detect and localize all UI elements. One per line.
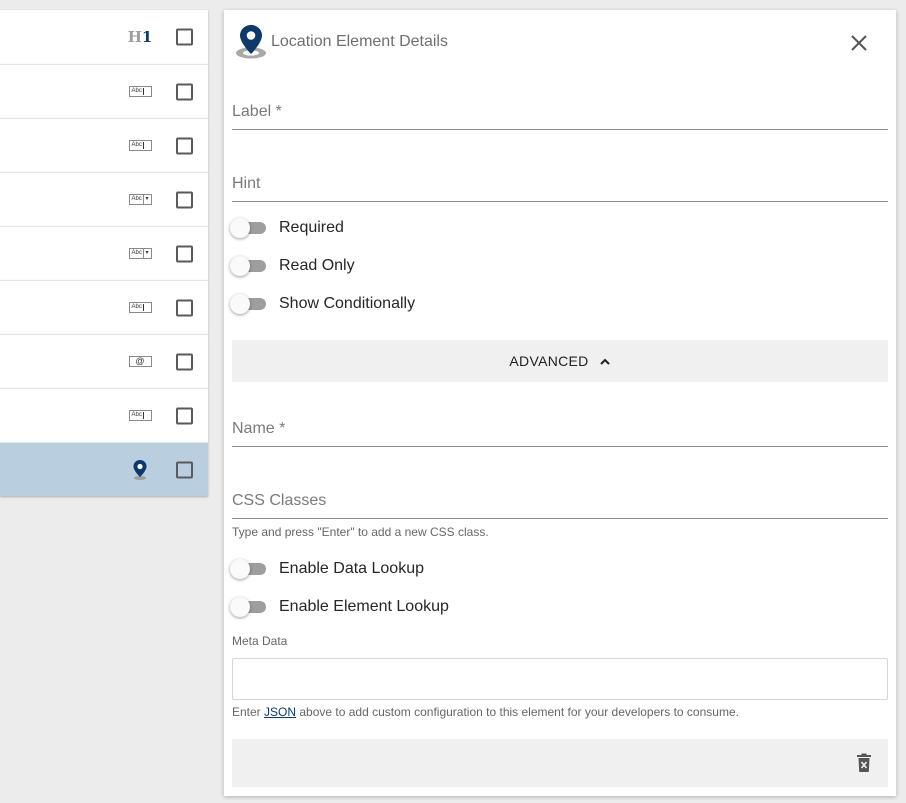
- enable-data-lookup-toggle[interactable]: [230, 559, 266, 579]
- close-icon[interactable]: [848, 32, 870, 54]
- meta-data-field[interactable]: [232, 658, 888, 700]
- read-only-toggle-row: Read Only: [230, 254, 355, 278]
- enable-data-lookup-label: Enable Data Lookup: [279, 560, 424, 577]
- hint-input[interactable]: [232, 172, 888, 201]
- element-row-email[interactable]: @: [0, 334, 208, 388]
- enable-element-lookup-toggle-row: Enable Element Lookup: [230, 595, 449, 619]
- panel-footer: [232, 739, 888, 787]
- read-only-toggle[interactable]: [230, 256, 266, 276]
- required-toggle-row: Required: [230, 216, 344, 240]
- email-input-icon: @: [128, 354, 152, 370]
- meta-data-label: Meta Data: [232, 634, 288, 648]
- element-row-text[interactable]: Abc: [0, 64, 208, 118]
- chevron-up-icon: [599, 355, 611, 367]
- row-checkbox[interactable]: [176, 353, 193, 370]
- css-classes-field[interactable]: CSS Classes: [232, 489, 888, 519]
- hint-field[interactable]: Hint: [232, 172, 888, 202]
- css-classes-input[interactable]: [232, 489, 888, 518]
- required-toggle[interactable]: [230, 218, 266, 238]
- location-pin-icon: [234, 24, 268, 60]
- element-row-dropdown[interactable]: Abc ▾: [0, 172, 208, 226]
- element-row-text[interactable]: Abc: [0, 388, 208, 442]
- row-checkbox[interactable]: [176, 407, 193, 424]
- name-field[interactable]: Name *: [232, 417, 888, 447]
- text-input-icon: Abc: [128, 408, 152, 424]
- row-checkbox[interactable]: [176, 28, 193, 46]
- css-classes-helper-text: Type and press "Enter" to add a new CSS …: [232, 525, 489, 539]
- dropdown-input-icon: Abc ▾: [128, 246, 152, 262]
- row-checkbox[interactable]: [176, 191, 193, 208]
- row-checkbox[interactable]: [176, 137, 193, 154]
- row-checkbox[interactable]: [176, 299, 193, 316]
- panel-header: Location Element Details: [224, 10, 896, 72]
- delete-icon[interactable]: [856, 753, 872, 773]
- read-only-toggle-label: Read Only: [279, 257, 355, 274]
- row-checkbox[interactable]: [176, 461, 193, 478]
- form-element-list: H1 Abc Abc Abc ▾ Abc ▾ Abc @ Abc: [0, 10, 208, 496]
- element-row-location[interactable]: [0, 442, 208, 496]
- row-checkbox[interactable]: [176, 83, 193, 100]
- row-checkbox[interactable]: [176, 245, 193, 262]
- show-conditionally-toggle-row: Show Conditionally: [230, 292, 415, 316]
- element-row-heading[interactable]: H1: [0, 10, 208, 64]
- element-row-text[interactable]: Abc: [0, 118, 208, 172]
- meta-data-input[interactable]: [233, 659, 887, 699]
- show-conditionally-toggle-label: Show Conditionally: [279, 295, 416, 312]
- advanced-toggle-button[interactable]: ADVANCED: [232, 340, 888, 382]
- show-conditionally-toggle[interactable]: [230, 294, 266, 314]
- panel-title: Location Element Details: [271, 33, 448, 50]
- element-details-panel: Location Element Details Label * Hint Re…: [224, 10, 896, 796]
- name-input[interactable]: [232, 417, 888, 446]
- dropdown-input-icon: Abc ▾: [128, 192, 152, 208]
- meta-data-helper-text: Enter JSON above to add custom configura…: [232, 705, 739, 719]
- enable-data-lookup-toggle-row: Enable Data Lookup: [230, 557, 424, 581]
- text-input-icon: Abc: [128, 300, 152, 316]
- text-input-icon: Abc: [128, 138, 152, 154]
- enable-element-lookup-label: Enable Element Lookup: [279, 598, 449, 615]
- element-row-text[interactable]: Abc: [0, 280, 208, 334]
- advanced-label: ADVANCED: [509, 353, 589, 369]
- text-input-icon: Abc: [128, 84, 152, 100]
- label-field[interactable]: Label *: [232, 100, 888, 130]
- json-link[interactable]: JSON: [264, 705, 296, 719]
- required-toggle-label: Required: [279, 219, 344, 236]
- heading-h1-icon: H1: [127, 28, 153, 46]
- location-pin-icon: [128, 459, 152, 480]
- element-row-dropdown[interactable]: Abc ▾: [0, 226, 208, 280]
- label-input[interactable]: [232, 100, 888, 129]
- enable-element-lookup-toggle[interactable]: [230, 597, 266, 617]
